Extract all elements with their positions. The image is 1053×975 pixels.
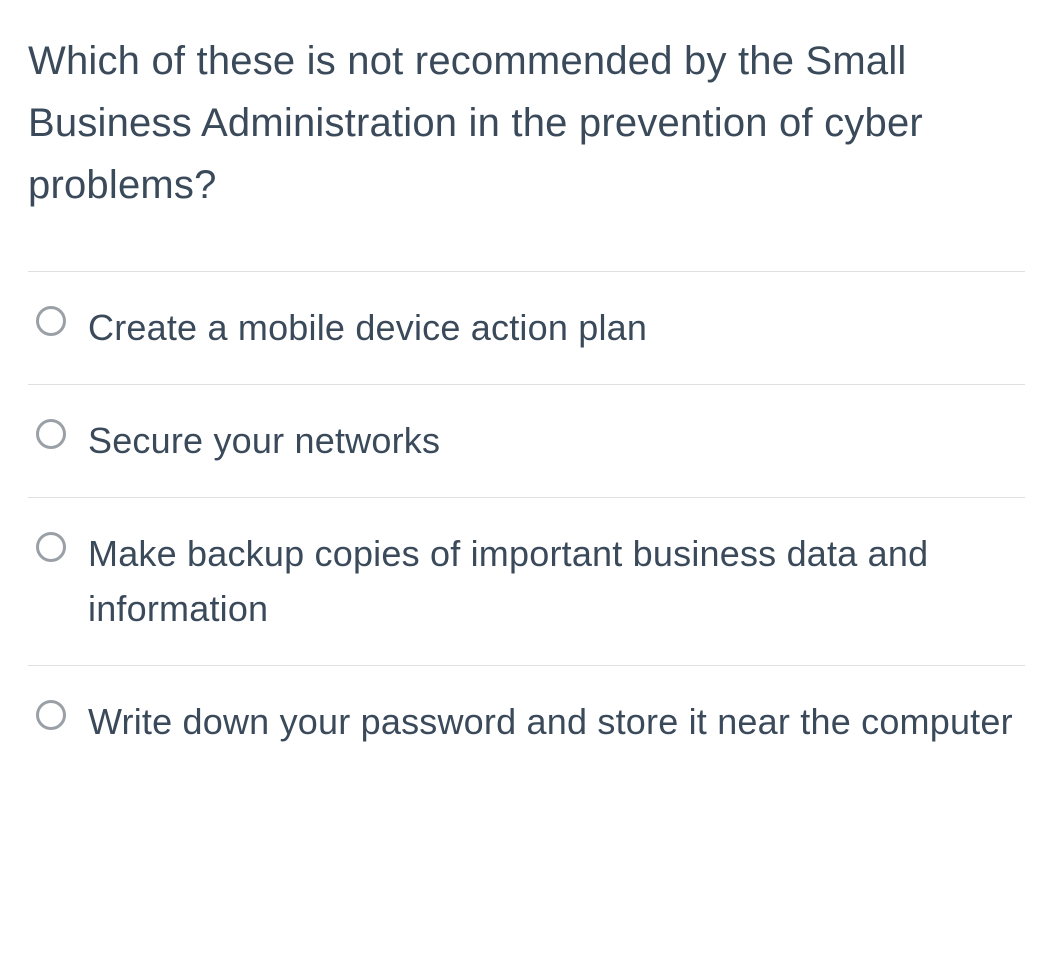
- option-label: Create a mobile device action plan: [88, 300, 647, 356]
- option-row-3[interactable]: Make backup copies of important business…: [28, 498, 1025, 667]
- radio-icon[interactable]: [36, 532, 66, 562]
- options-container: Create a mobile device action plan Secur…: [28, 271, 1025, 778]
- option-row-2[interactable]: Secure your networks: [28, 385, 1025, 498]
- radio-icon[interactable]: [36, 419, 66, 449]
- option-label: Secure your networks: [88, 413, 440, 469]
- radio-icon[interactable]: [36, 306, 66, 336]
- option-row-1[interactable]: Create a mobile device action plan: [28, 272, 1025, 385]
- option-label: Write down your password and store it ne…: [88, 694, 1013, 750]
- radio-icon[interactable]: [36, 700, 66, 730]
- option-row-4[interactable]: Write down your password and store it ne…: [28, 666, 1025, 778]
- question-text: Which of these is not recommended by the…: [28, 30, 1025, 216]
- option-label: Make backup copies of important business…: [88, 526, 1017, 638]
